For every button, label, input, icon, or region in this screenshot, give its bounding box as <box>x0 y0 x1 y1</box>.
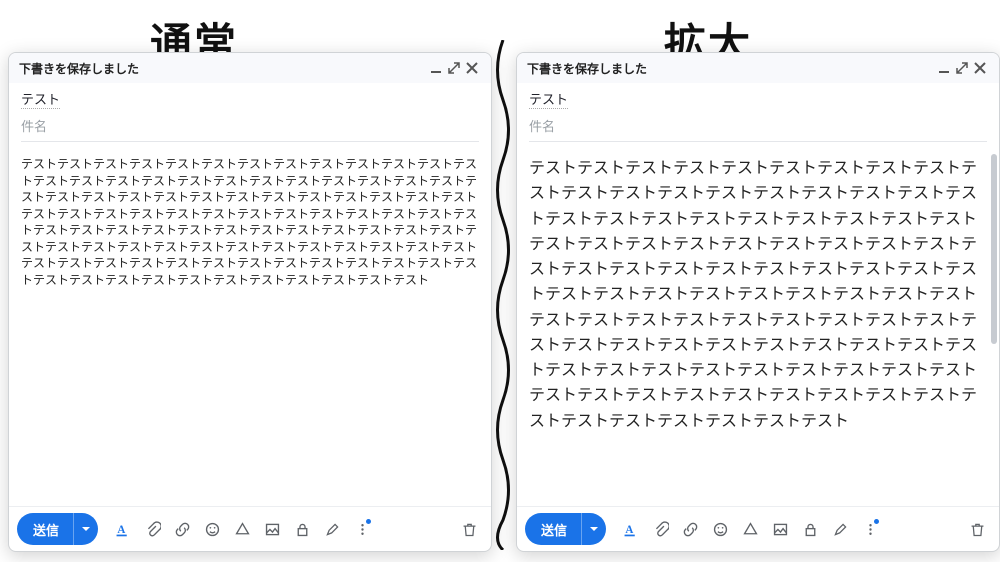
photo-icon[interactable] <box>766 515 794 543</box>
send-dropdown[interactable] <box>73 513 98 545</box>
background-strip <box>0 0 1000 8</box>
trash-icon[interactable] <box>455 515 483 543</box>
svg-text:A: A <box>117 523 125 535</box>
emoji-icon[interactable] <box>706 515 734 543</box>
more-icon[interactable] <box>856 515 884 543</box>
body-text: テストテストテストテストテストテストテストテストテストテストテストテストテストテ… <box>21 156 479 288</box>
drive-icon[interactable] <box>736 515 764 543</box>
close-button[interactable] <box>463 59 481 77</box>
photo-icon[interactable] <box>258 515 286 543</box>
compose-title: 下書きを保存しました <box>19 60 139 77</box>
compose-window-normal: 下書きを保存しました テスト 件名 テストテストテストテストテストテストテストテ… <box>8 52 492 552</box>
trash-icon[interactable] <box>963 515 991 543</box>
squiggle-divider <box>492 40 514 550</box>
minimize-button[interactable] <box>935 59 953 77</box>
format-icon[interactable]: A <box>616 515 644 543</box>
attach-icon[interactable] <box>138 515 166 543</box>
body-text: テストテストテストテストテストテストテストテストテストテストテストテストテストテ… <box>529 156 987 434</box>
send-split-button: 送信 <box>525 513 606 545</box>
to-value: テスト <box>529 92 568 109</box>
send-dropdown[interactable] <box>581 513 606 545</box>
compose-titlebar: 下書きを保存しました <box>9 53 491 83</box>
to-value: テスト <box>21 92 60 109</box>
lock-icon[interactable] <box>796 515 824 543</box>
pen-icon[interactable] <box>318 515 346 543</box>
send-label: 送信 <box>33 520 59 539</box>
compose-window-enlarged: 下書きを保存しました テスト 件名 テストテストテストテストテストテストテストテ… <box>516 52 1000 552</box>
link-icon[interactable] <box>676 515 704 543</box>
scrollbar-thumb[interactable] <box>991 154 997 344</box>
send-label: 送信 <box>541 520 567 539</box>
expand-button[interactable] <box>445 59 463 77</box>
pen-icon[interactable] <box>826 515 854 543</box>
attach-icon[interactable] <box>646 515 674 543</box>
lock-icon[interactable] <box>288 515 316 543</box>
send-split-button: 送信 <box>17 513 98 545</box>
subject-placeholder: 件名 <box>21 116 479 142</box>
expand-button[interactable] <box>953 59 971 77</box>
compose-title: 下書きを保存しました <box>527 60 647 77</box>
drive-icon[interactable] <box>228 515 256 543</box>
subject-placeholder: 件名 <box>529 116 987 142</box>
link-icon[interactable] <box>168 515 196 543</box>
emoji-icon[interactable] <box>198 515 226 543</box>
minimize-button[interactable] <box>427 59 445 77</box>
subject-field[interactable]: 件名 <box>517 110 999 148</box>
send-button[interactable]: 送信 <box>525 513 581 545</box>
subject-field[interactable]: 件名 <box>9 110 491 148</box>
format-icon[interactable]: A <box>108 515 136 543</box>
svg-text:A: A <box>625 523 633 535</box>
to-field[interactable]: テスト <box>9 83 491 110</box>
compose-titlebar: 下書きを保存しました <box>517 53 999 83</box>
close-button[interactable] <box>971 59 989 77</box>
compose-toolbar: 送信 A <box>9 506 491 551</box>
body-editor[interactable]: テストテストテストテストテストテストテストテストテストテストテストテストテストテ… <box>9 148 491 506</box>
more-icon[interactable] <box>348 515 376 543</box>
send-button[interactable]: 送信 <box>17 513 73 545</box>
compose-toolbar: 送信 A <box>517 506 999 551</box>
to-field[interactable]: テスト <box>517 83 999 110</box>
body-editor[interactable]: テストテストテストテストテストテストテストテストテストテストテストテストテストテ… <box>517 148 999 506</box>
